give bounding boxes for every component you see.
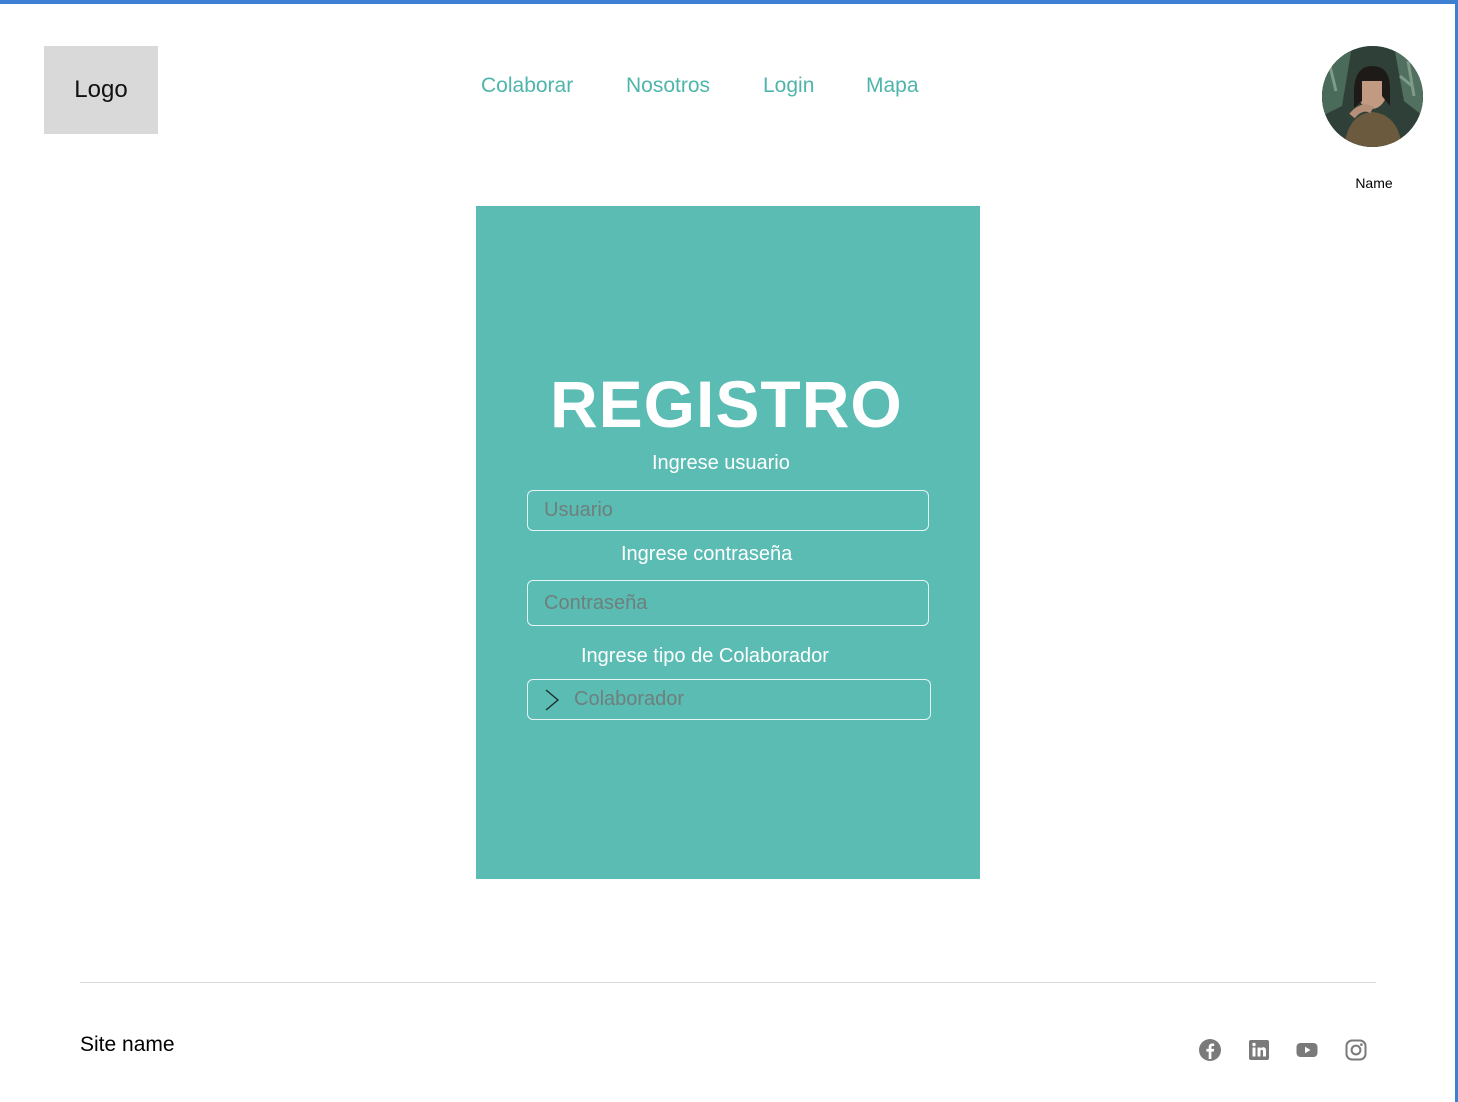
registration-card: REGISTRO Ingrese usuario Ingrese contras… [476,206,980,879]
profile-avatar[interactable] [1322,46,1423,147]
password-label: Ingrese contraseña [621,543,793,565]
collaborator-type-value: Colaborador [574,688,685,710]
nav-link-login[interactable]: Login [763,74,814,98]
chevron-right-icon [545,688,560,711]
nav-link-nosotros[interactable]: Nosotros [626,74,710,98]
youtube-icon[interactable] [1295,1038,1319,1062]
password-input[interactable] [527,580,929,626]
window-frame-top [0,0,1458,4]
footer-site-name: Site name [80,1033,175,1056]
nav-link-colaborar[interactable]: Colaborar [481,74,573,98]
footer-divider [80,982,1376,983]
username-input[interactable] [527,490,929,531]
main-nav: Colaborar Nosotros Login Mapa [0,74,1458,102]
nav-link-mapa[interactable]: Mapa [866,74,919,98]
instagram-icon[interactable] [1344,1038,1368,1062]
user-label: Ingrese usuario [652,452,790,474]
profile-name: Name [1355,175,1393,191]
collaborator-type-select[interactable]: Colaborador [527,679,931,720]
facebook-icon[interactable] [1198,1038,1222,1062]
form-title: REGISTRO [550,367,903,441]
linkedin-icon[interactable] [1247,1038,1271,1062]
collaborator-type-label: Ingrese tipo de Colaborador [581,645,829,667]
